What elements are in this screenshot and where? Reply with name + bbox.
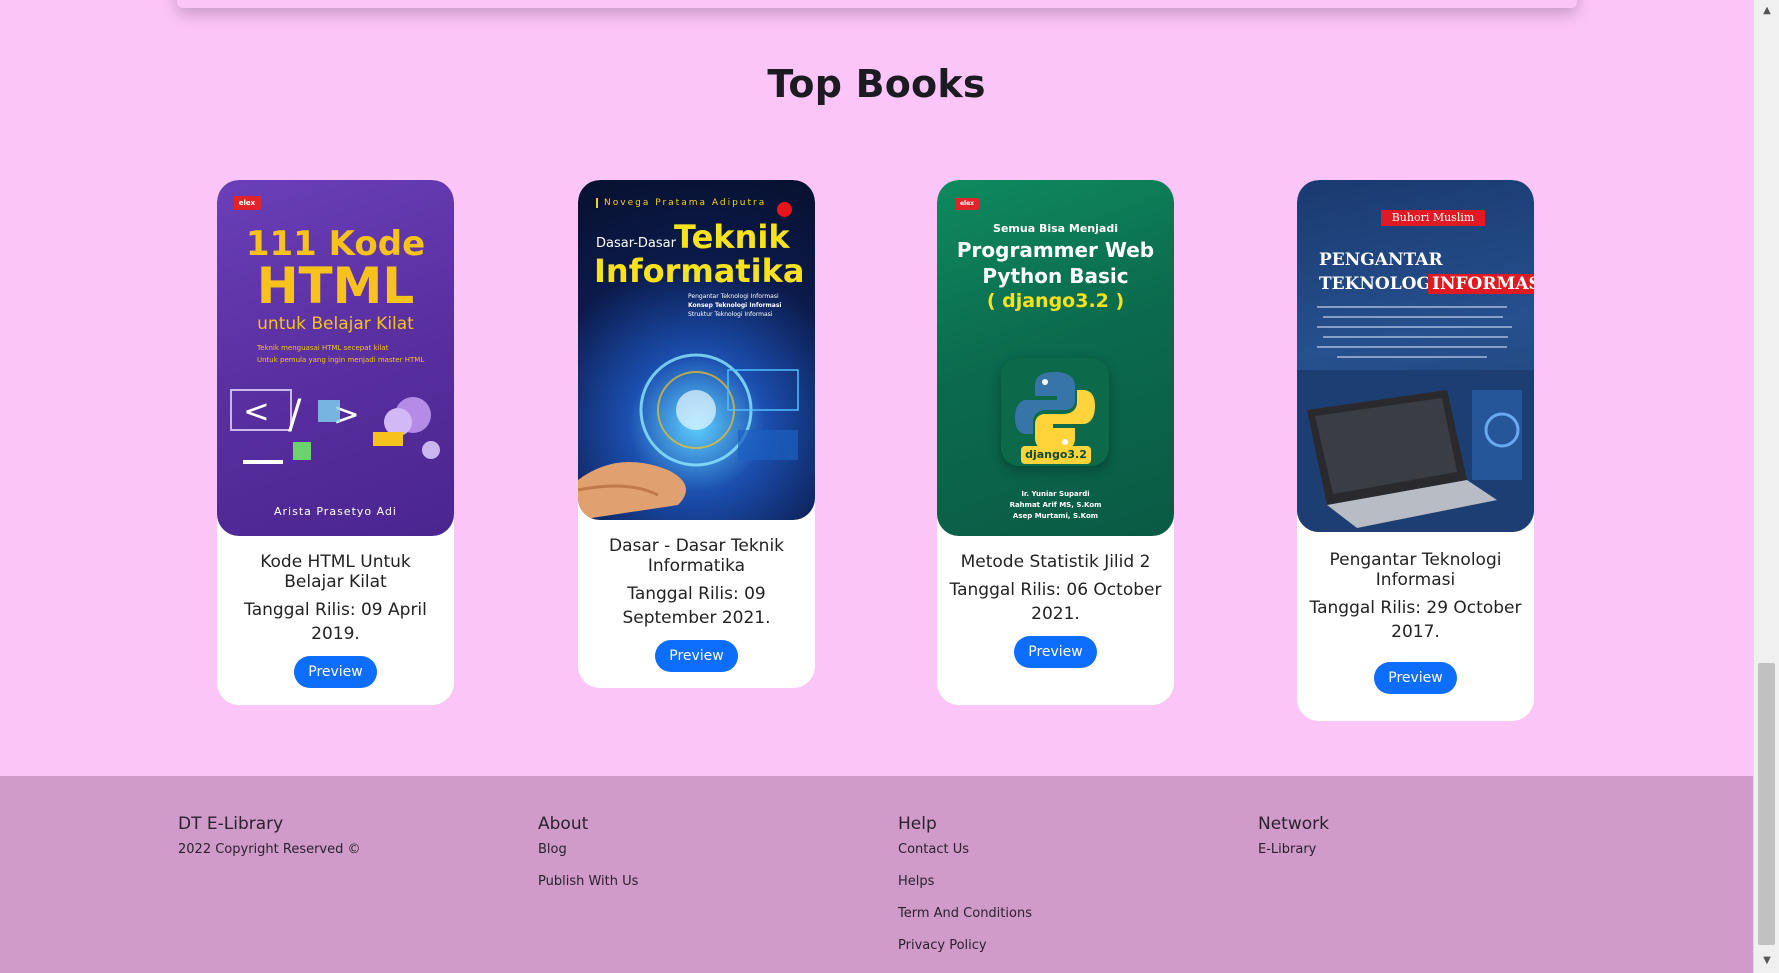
cover-line2: TEKNOLOGI	[1319, 274, 1439, 294]
book-card: Buhori Muslim PENGANTAR TEKNOLOGI INFORM…	[1297, 180, 1534, 721]
footer-link-contact-us[interactable]: Contact Us	[898, 842, 1032, 857]
triangle-down-icon[interactable]: ▼	[1760, 954, 1774, 968]
cover-author-1: Ir. Yuniar Supardi	[1021, 490, 1090, 498]
cover-line1: Dasar-Dasar	[596, 236, 676, 251]
preview-button[interactable]: Preview	[1374, 662, 1457, 694]
cover-line3: untuk Belajar Kilat	[257, 314, 414, 334]
svg-text:<: <	[243, 392, 270, 430]
book-title: Kode HTML Untuk Belajar Kilat	[260, 552, 411, 592]
cover-line3: INFORMASI	[1428, 274, 1534, 294]
footer-brand-column: DT E-Library 2022 Copyright Reserved ©	[178, 814, 361, 874]
footer-link-blog[interactable]: Blog	[538, 842, 638, 857]
cover-line2: Teknik	[674, 218, 790, 256]
footer-about-column: About Blog Publish With Us	[538, 814, 638, 906]
footer-link-publish-with-us[interactable]: Publish With Us	[538, 874, 638, 889]
code-illustration: < / >	[223, 380, 448, 480]
site-footer: DT E-Library 2022 Copyright Reserved © A…	[0, 776, 1753, 973]
book-title: Pengantar Teknologi Informasi	[1329, 550, 1502, 590]
tech-hand-illustration	[578, 330, 815, 520]
page-viewport: Top Books elex 111 Kode HTML untuk Belaj…	[0, 0, 1753, 973]
svg-text:/: /	[288, 392, 302, 438]
footer-link-terms[interactable]: Term And Conditions	[898, 906, 1032, 921]
cover-bullet3: Struktur Teknologi Informasi	[688, 311, 773, 318]
book-release-date: Tanggal Rilis: 06 October 2021.	[949, 580, 1162, 624]
book-card: elex 111 Kode HTML untuk Belajar Kilat T…	[217, 180, 454, 705]
footer-link-helps[interactable]: Helps	[898, 874, 1032, 889]
cover-author-3: Asep Murtami, S.Kom	[1012, 512, 1099, 520]
book-card: elex Semua Bisa Menjadi Programmer Web P…	[937, 180, 1174, 705]
cover-line3: Informatika	[594, 252, 805, 290]
preview-button[interactable]: Preview	[294, 656, 377, 688]
cover-author: Arista Prasetyo Adi	[273, 505, 397, 518]
preview-button[interactable]: Preview	[655, 640, 738, 672]
section-title: Top Books	[767, 62, 986, 106]
scrollbar-thumb[interactable]	[1758, 663, 1775, 945]
django-badge: django3.2	[1021, 446, 1091, 464]
cover-line2: HTML	[256, 257, 415, 315]
footer-help-column: Help Contact Us Helps Term And Condition…	[898, 814, 1032, 970]
book-title: Dasar - Dasar Teknik Informatika	[608, 536, 785, 576]
laptop-illustration	[1297, 370, 1534, 532]
preview-button[interactable]: Preview	[1014, 636, 1097, 668]
footer-copyright: 2022 Copyright Reserved ©	[178, 842, 361, 857]
cover-author-2: Rahmat Arif MS, S.Kom	[1009, 501, 1102, 509]
cover-bullet1: Teknik menguasai HTML secepat kilat	[257, 344, 389, 352]
cover-line4: ( django3.2 )	[986, 290, 1125, 312]
vertical-scrollbar[interactable]: ▲ ▼	[1753, 0, 1779, 973]
book-cover-image[interactable]: elex 111 Kode HTML untuk Belajar Kilat T…	[217, 180, 454, 536]
footer-about-title: About	[538, 814, 589, 834]
book-cover-image[interactable]: Buhori Muslim PENGANTAR TEKNOLOGI INFORM…	[1297, 180, 1534, 532]
footer-brand-title: DT E-Library	[178, 814, 284, 834]
cover-line3: Python Basic	[982, 264, 1129, 288]
footer-link-e-library[interactable]: E-Library	[1258, 842, 1329, 857]
triangle-up-icon[interactable]: ▲	[1760, 4, 1774, 18]
cover-bullet2: Untuk pemula yang ingin menjadi master H…	[257, 356, 425, 364]
footer-help-title: Help	[898, 814, 937, 834]
footer-network-column: Network E-Library	[1258, 814, 1329, 874]
book-cover-image[interactable]: Novega Pratama Adiputra Dasar-Dasar Tekn…	[578, 180, 815, 520]
footer-link-privacy-policy[interactable]: Privacy Policy	[898, 938, 1032, 953]
book-card: Novega Pratama Adiputra Dasar-Dasar Tekn…	[578, 180, 815, 688]
cover-line1: PENGANTAR	[1319, 250, 1443, 270]
cover-bullet2: Konsep Teknologi Informasi	[688, 302, 782, 309]
book-release-date: Tanggal Rilis: 29 October 2017.	[1309, 598, 1522, 642]
publisher-logo: elex	[955, 198, 979, 210]
cover-subtopics	[1317, 304, 1517, 360]
publisher-logo: elex	[233, 196, 261, 210]
cover-bullet1: Pengantar Teknologi Informasi	[688, 293, 779, 300]
cover-author: Buhori Muslim	[1381, 210, 1485, 226]
book-title: Metode Statistik Jilid 2	[960, 552, 1151, 572]
footer-network-title: Network	[1258, 814, 1329, 834]
book-release-date: Tanggal Rilis: 09 April 2019.	[244, 600, 427, 644]
cover-line2: Programmer Web	[956, 238, 1155, 262]
cover-author: Novega Pratama Adiputra	[596, 198, 766, 208]
book-cover-image[interactable]: elex Semua Bisa Menjadi Programmer Web P…	[937, 180, 1174, 536]
book-release-date: Tanggal Rilis: 09 September 2021.	[622, 584, 771, 628]
header-shadow-strip	[177, 0, 1577, 8]
red-dot	[777, 202, 792, 217]
cover-line1: Semua Bisa Menjadi	[993, 222, 1118, 235]
